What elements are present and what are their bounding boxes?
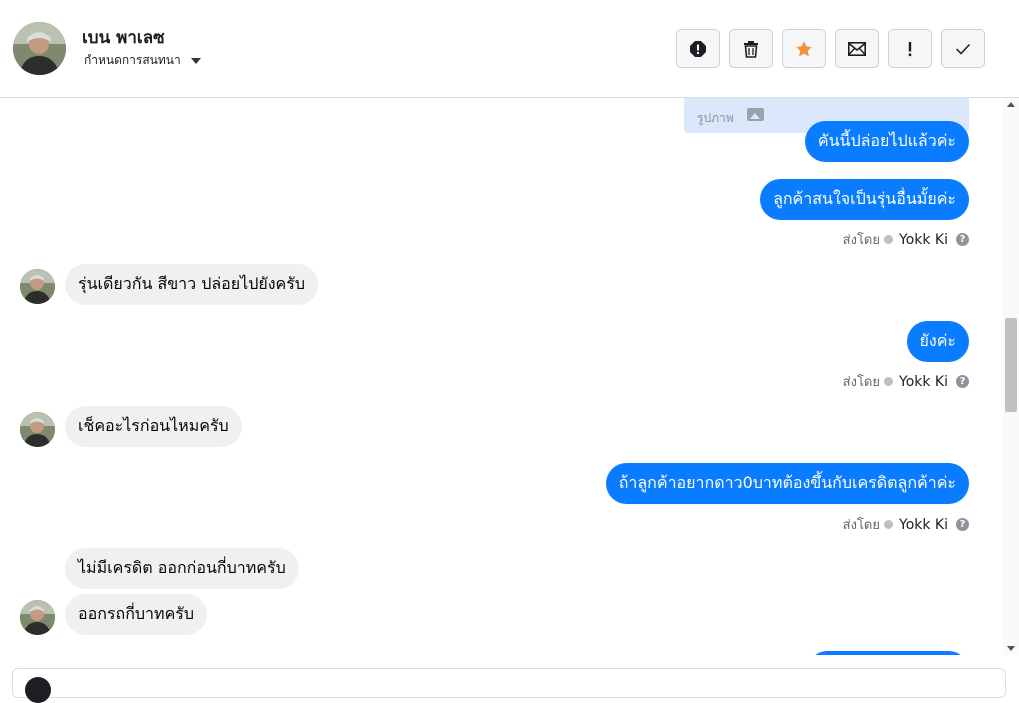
conversation-toolbar: [676, 29, 985, 68]
sent-by-agent[interactable]: Yokk Ki: [899, 232, 948, 248]
help-icon[interactable]: ?: [956, 375, 969, 388]
assign-conversation-dropdown[interactable]: กำหนดการสนทนา: [84, 51, 201, 70]
sent-by-label: ส่งโดย Yokk Ki ?: [843, 371, 969, 392]
message-bubble-incoming[interactable]: เช็คอะไรก่อนไหมครับ: [65, 406, 242, 447]
check-icon: [955, 43, 971, 55]
contact-avatar-small[interactable]: [20, 600, 55, 635]
star-icon: [796, 40, 812, 56]
message-bubble-outgoing[interactable]: ยังค่ะ: [906, 321, 969, 362]
sent-by-prefix: ส่งโดย: [842, 518, 880, 533]
message-scrollbar[interactable]: [1003, 98, 1019, 655]
scroll-down-arrow-icon[interactable]: [1007, 646, 1015, 651]
message-bubble-outgoing-partial[interactable]: [807, 651, 969, 655]
sent-by-label: ส่งโดย Yokk Ki ?: [843, 229, 969, 250]
done-button[interactable]: [941, 29, 985, 68]
follow-up-button[interactable]: [888, 29, 932, 68]
image-attachment-label: รูปภาพ: [697, 111, 734, 125]
message-bubble-outgoing[interactable]: ถ้าลูกค้าอยากดาว0บาทต้องขึ้นกับเครดิตลูก…: [605, 463, 969, 504]
help-icon[interactable]: ?: [956, 233, 969, 246]
message-composer[interactable]: [12, 668, 1006, 703]
sent-status-icon: [884, 520, 893, 529]
contact-avatar-small[interactable]: [20, 412, 55, 447]
octagon-alert-icon: [690, 40, 706, 57]
spam-button[interactable]: [676, 29, 720, 68]
sent-by-agent[interactable]: Yokk Ki: [899, 517, 948, 533]
contact-avatar[interactable]: [13, 22, 66, 75]
sent-status-icon: [884, 235, 893, 244]
star-button[interactable]: [782, 29, 826, 68]
envelope-icon: [848, 41, 866, 56]
caret-down-icon: [190, 57, 201, 64]
message-bubble-incoming[interactable]: ออกรถกี่บาทครับ: [65, 594, 208, 635]
conversation-header: เบน พาเลซ กำหนดการสนทนา: [0, 0, 1019, 98]
sent-by-prefix: ส่งโดย: [842, 375, 880, 390]
message-bubble-outgoing[interactable]: ลูกค้าสนใจเป็นรุ่นอื่นมั้ยค่ะ: [760, 179, 969, 220]
exclamation-icon: [908, 41, 912, 56]
sent-status-icon: [884, 377, 893, 386]
message-thread: รูปภาพ คันนี้ปล่อยไปแล้วค่ะ ลูกค้าสนใจเป…: [0, 98, 1003, 655]
trash-icon: [744, 40, 758, 58]
sent-by-prefix: ส่งโดย: [842, 233, 880, 248]
scroll-thumb[interactable]: [1005, 318, 1017, 412]
help-icon[interactable]: ?: [956, 518, 969, 531]
image-icon: [747, 108, 764, 121]
sent-by-agent[interactable]: Yokk Ki: [899, 374, 948, 390]
message-bubble-incoming[interactable]: รุ่นเดียวกัน สีขาว ปล่อยไปยังครับ: [65, 264, 319, 305]
delete-button[interactable]: [729, 29, 773, 68]
message-bubble-incoming[interactable]: ไม่มีเครดิต ออกก่อนกี่บาทครับ: [65, 548, 299, 589]
contact-avatar-small[interactable]: [20, 269, 55, 304]
sent-by-label: ส่งโดย Yokk Ki ?: [843, 514, 969, 535]
assign-label: กำหนดการสนทนา: [84, 53, 181, 67]
mark-unread-button[interactable]: [835, 29, 879, 68]
message-bubble-outgoing[interactable]: คันนี้ปล่อยไปแล้วค่ะ: [804, 121, 969, 162]
contact-name: เบน พาเลซ: [82, 28, 165, 48]
scroll-up-arrow-icon[interactable]: [1007, 102, 1015, 107]
